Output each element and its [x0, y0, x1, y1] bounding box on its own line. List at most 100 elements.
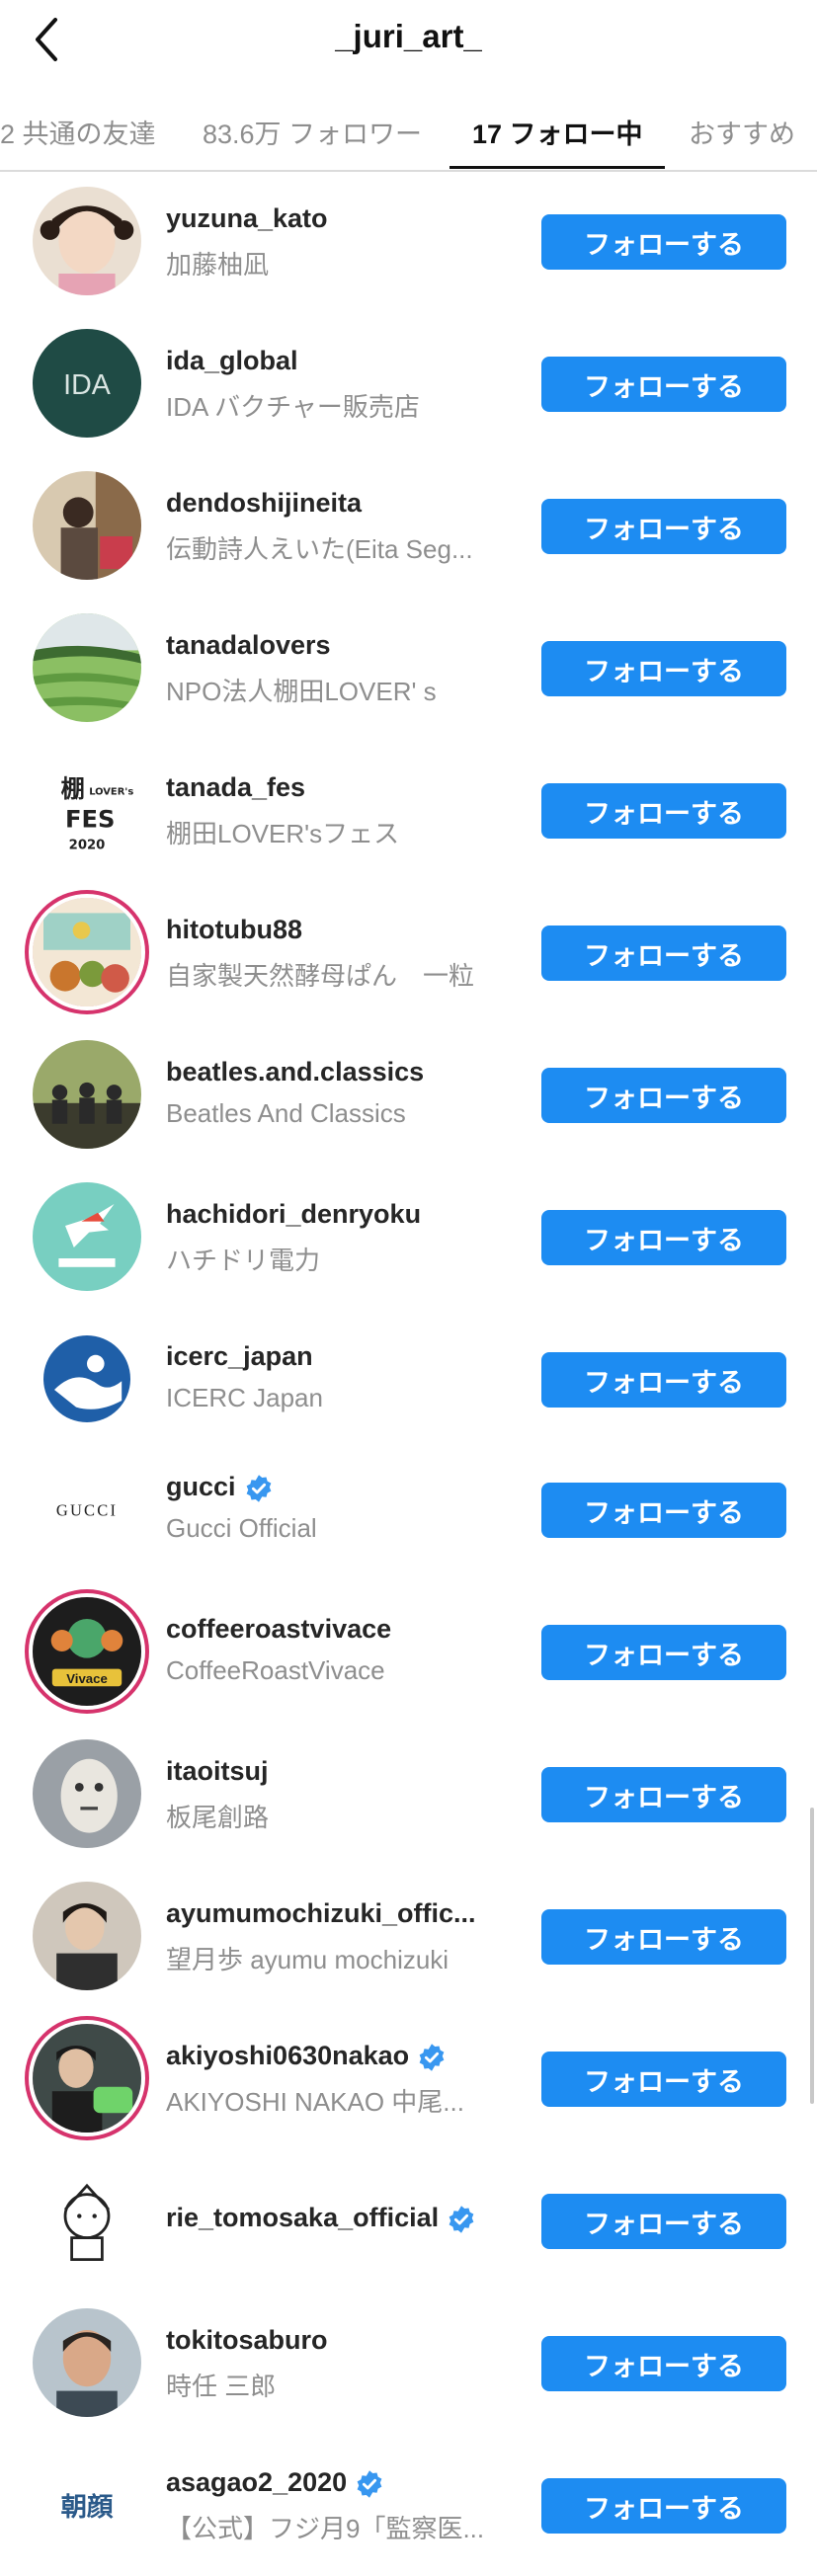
- username-text[interactable]: dendoshijineita: [166, 488, 362, 518]
- avatar[interactable]: [33, 898, 141, 1006]
- list-item[interactable]: GUCCI gucci Gucci Official フォローする: [0, 1438, 817, 1580]
- avatar[interactable]: [33, 1040, 141, 1149]
- list-item[interactable]: beatles.and.classics Beatles And Classics…: [0, 1023, 817, 1166]
- username-text[interactable]: yuzuna_kato: [166, 203, 328, 233]
- list-item[interactable]: tanadalovers NPO法人棚田LOVER' s フォローする: [0, 597, 817, 739]
- follow-button[interactable]: フォローする: [541, 1068, 786, 1123]
- username[interactable]: gucci: [166, 1472, 274, 1503]
- avatar[interactable]: [33, 613, 141, 722]
- follow-button[interactable]: フォローする: [541, 926, 786, 981]
- username[interactable]: icerc_japan: [166, 1341, 313, 1372]
- username[interactable]: dendoshijineita: [166, 488, 362, 519]
- username-text[interactable]: itaoitsuj: [166, 1756, 269, 1786]
- list-item[interactable]: rie_tomosaka_official フォローする: [0, 2149, 817, 2292]
- avatar[interactable]: [33, 2024, 141, 2133]
- follow-button[interactable]: フォローする: [541, 214, 786, 270]
- username[interactable]: yuzuna_kato: [166, 203, 328, 234]
- username-text[interactable]: ida_global: [166, 346, 298, 375]
- tab-suggested[interactable]: おすすめ: [689, 113, 795, 151]
- avatar[interactable]: 棚 LOVER's FES 2020: [33, 756, 141, 864]
- follow-button[interactable]: フォローする: [541, 1483, 786, 1538]
- svg-text:棚: 棚: [61, 775, 85, 803]
- follow-button[interactable]: フォローする: [541, 783, 786, 839]
- list-item[interactable]: 棚 LOVER's FES 2020 tanada_fes 棚田LOVER'sフェス フォロ…: [0, 739, 817, 881]
- svg-text:FES: FES: [65, 806, 115, 834]
- avatar[interactable]: [33, 2166, 141, 2275]
- follow-button[interactable]: フォローする: [541, 499, 786, 554]
- username-text[interactable]: tanadalovers: [166, 630, 331, 660]
- list-item[interactable]: ayumumochizuki_offic... 望月歩 ayumu mochizu…: [0, 1865, 817, 2007]
- avatar[interactable]: [33, 1182, 141, 1291]
- avatar[interactable]: [33, 187, 141, 295]
- list-item[interactable]: 朝顔 asagao2_2020 【公式】フジ月9「監察医... フォローする: [0, 2434, 817, 2576]
- follow-button[interactable]: フォローする: [541, 2194, 786, 2249]
- list-item[interactable]: akiyoshi0630nakao AKIYOSHI NAKAO 中尾... フォロ…: [0, 2007, 817, 2149]
- list-item[interactable]: Vivace coffeeroastvivace CoffeeRoastVivace…: [0, 1580, 817, 1723]
- username-text[interactable]: ayumumochizuki_offic...: [166, 1898, 476, 1928]
- list-item[interactable]: yuzuna_kato 加藤柚凪 フォローする: [0, 170, 817, 312]
- username[interactable]: beatles.and.classics: [166, 1057, 424, 1087]
- list-item[interactable]: tokitosaburo 時任 三郎 フォローする: [0, 2292, 817, 2434]
- username[interactable]: tanadalovers: [166, 630, 331, 661]
- follow-button[interactable]: フォローする: [541, 2052, 786, 2107]
- username[interactable]: tokitosaburo: [166, 2325, 328, 2356]
- username[interactable]: ayumumochizuki_offic...: [166, 1898, 476, 1929]
- follow-button[interactable]: フォローする: [541, 1210, 786, 1265]
- list-item[interactable]: hitotubu88 自家製天然酵母ぱん 一粒 フォローする: [0, 881, 817, 1023]
- username-text[interactable]: tokitosaburo: [166, 2325, 328, 2355]
- username[interactable]: hitotubu88: [166, 915, 302, 945]
- display-name: 加藤柚凪: [166, 250, 270, 280]
- username[interactable]: hachidori_denryoku: [166, 1199, 421, 1230]
- follow-button[interactable]: フォローする: [541, 1767, 786, 1822]
- list-item[interactable]: hachidori_denryoku ハチドリ電力 フォローする: [0, 1166, 817, 1308]
- gucci-logo-text: GUCCI: [56, 1501, 118, 1520]
- follow-button[interactable]: フォローする: [541, 1352, 786, 1408]
- username[interactable]: tanada_fes: [166, 772, 305, 803]
- avatar[interactable]: [33, 1739, 141, 1848]
- follow-button[interactable]: フォローする: [541, 2478, 786, 2534]
- username[interactable]: ida_global: [166, 346, 298, 376]
- display-name: 自家製天然酵母ぱん 一粒: [166, 961, 475, 991]
- avatar[interactable]: IDA: [33, 329, 141, 438]
- list-item[interactable]: itaoitsuj 板尾創路 フォローする: [0, 1723, 817, 1865]
- avatar[interactable]: Vivace: [33, 1597, 141, 1706]
- follow-button[interactable]: フォローする: [541, 2336, 786, 2391]
- list-item[interactable]: icerc_japan ICERC Japan フォローする: [0, 1308, 817, 1450]
- avatar[interactable]: GUCCI: [33, 1455, 141, 1564]
- username-text[interactable]: asagao2_2020: [166, 2467, 347, 2497]
- display-name: AKIYOSHI NAKAO 中尾...: [166, 2087, 464, 2117]
- username-text[interactable]: gucci: [166, 1472, 236, 1501]
- username-text[interactable]: beatles.and.classics: [166, 1057, 424, 1087]
- verified-badge-icon: [447, 2205, 476, 2234]
- username[interactable]: rie_tomosaka_official: [166, 2203, 476, 2234]
- avatar[interactable]: 朝顔: [33, 2451, 141, 2559]
- avatar[interactable]: [33, 1325, 141, 1433]
- follow-button[interactable]: フォローする: [541, 641, 786, 696]
- username[interactable]: akiyoshi0630nakao: [166, 2041, 447, 2072]
- header: _juri_art_: [0, 0, 817, 79]
- tab-following[interactable]: 17 フォロー中: [472, 113, 643, 151]
- follow-button[interactable]: フォローする: [541, 1909, 786, 1965]
- username-text[interactable]: hitotubu88: [166, 915, 302, 944]
- list-item[interactable]: IDA ida_global IDA バクチャー販売店 フォローする: [0, 312, 817, 454]
- avatar[interactable]: [33, 1882, 141, 1990]
- username[interactable]: coffeeroastvivace: [166, 1614, 391, 1645]
- username[interactable]: asagao2_2020: [166, 2467, 384, 2499]
- username-text[interactable]: tanada_fes: [166, 772, 305, 802]
- scrollbar[interactable]: [810, 1808, 814, 2104]
- username-text[interactable]: icerc_japan: [166, 1341, 313, 1371]
- verified-badge-icon: [417, 2043, 447, 2072]
- display-name: Beatles And Classics: [166, 1098, 406, 1128]
- follow-button[interactable]: フォローする: [541, 357, 786, 412]
- tab-followers[interactable]: 83.6万 フォロワー: [203, 113, 422, 151]
- list-item[interactable]: dendoshijineita 伝動詩人えいた(Eita Seg... フォローする: [0, 454, 817, 597]
- username[interactable]: itaoitsuj: [166, 1756, 269, 1787]
- username-text[interactable]: akiyoshi0630nakao: [166, 2041, 409, 2070]
- follow-button[interactable]: フォローする: [541, 1625, 786, 1680]
- username-text[interactable]: coffeeroastvivace: [166, 1614, 391, 1644]
- username-text[interactable]: hachidori_denryoku: [166, 1199, 421, 1229]
- avatar[interactable]: [33, 471, 141, 580]
- username-text[interactable]: rie_tomosaka_official: [166, 2203, 439, 2232]
- tab-mutual-friends[interactable]: 2 共通の友達: [0, 113, 156, 151]
- avatar[interactable]: [33, 2308, 141, 2417]
